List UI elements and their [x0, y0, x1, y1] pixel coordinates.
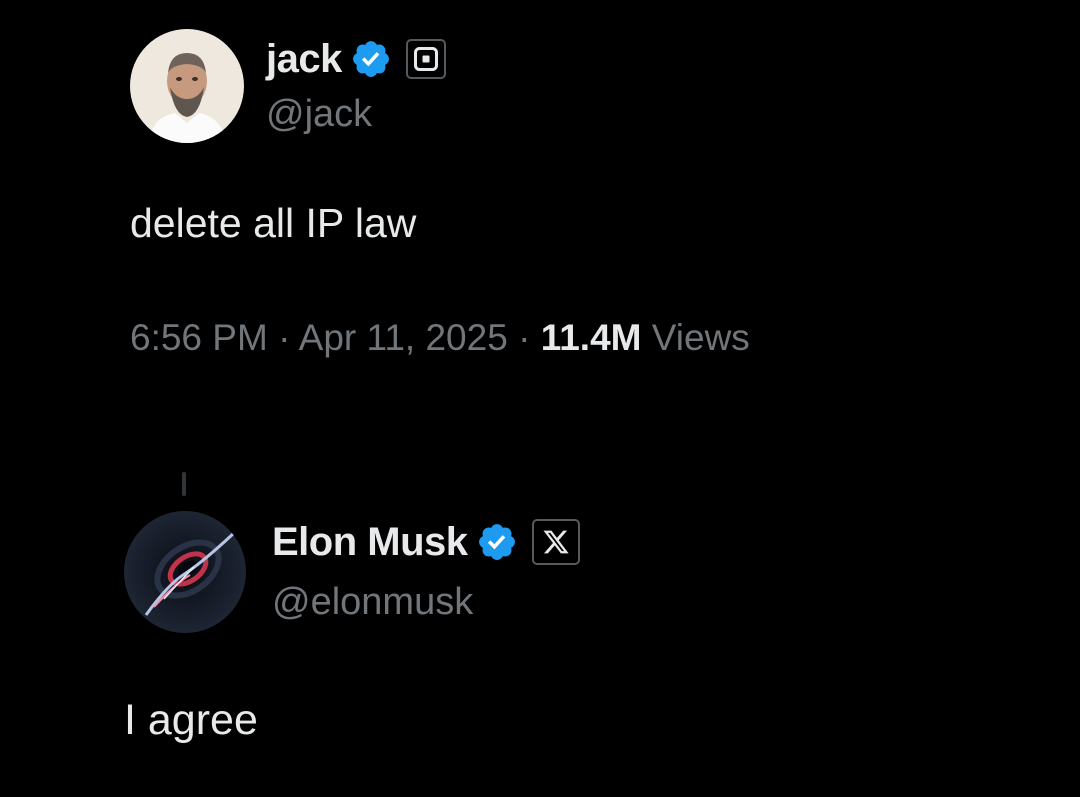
avatar-image [124, 511, 246, 633]
square-logo-icon[interactable] [405, 39, 446, 79]
meta-separator: · [278, 317, 291, 358]
avatar[interactable] [124, 511, 246, 633]
author-name-row: jack [266, 35, 446, 83]
tweet-text: delete all IP law [130, 200, 417, 246]
tweet-date[interactable]: Apr 11, 2025 [299, 317, 508, 358]
author-display-name[interactable]: Elon Musk [272, 520, 468, 565]
verified-badge-icon [476, 521, 518, 563]
tweet-time[interactable]: 6:56 PM [130, 317, 268, 358]
views-label: Views [651, 317, 750, 358]
verified-badge-icon [350, 38, 392, 80]
thread-connector-line [182, 472, 186, 496]
author-handle[interactable]: @elonmusk [272, 581, 473, 624]
tweet-text: I agree [124, 696, 258, 744]
meta-separator: · [518, 317, 531, 358]
avatar-image [130, 29, 244, 143]
author-handle[interactable]: @jack [266, 93, 372, 136]
avatar[interactable] [130, 29, 244, 143]
x-logo-icon[interactable] [531, 519, 580, 565]
author-display-name[interactable]: jack [266, 37, 342, 82]
author-name-row: Elon Musk [272, 518, 580, 566]
views-count[interactable]: 11.4M [541, 317, 642, 358]
tweet-meta: 6:56 PM · Apr 11, 2025 · 11.4M Views [130, 317, 750, 359]
